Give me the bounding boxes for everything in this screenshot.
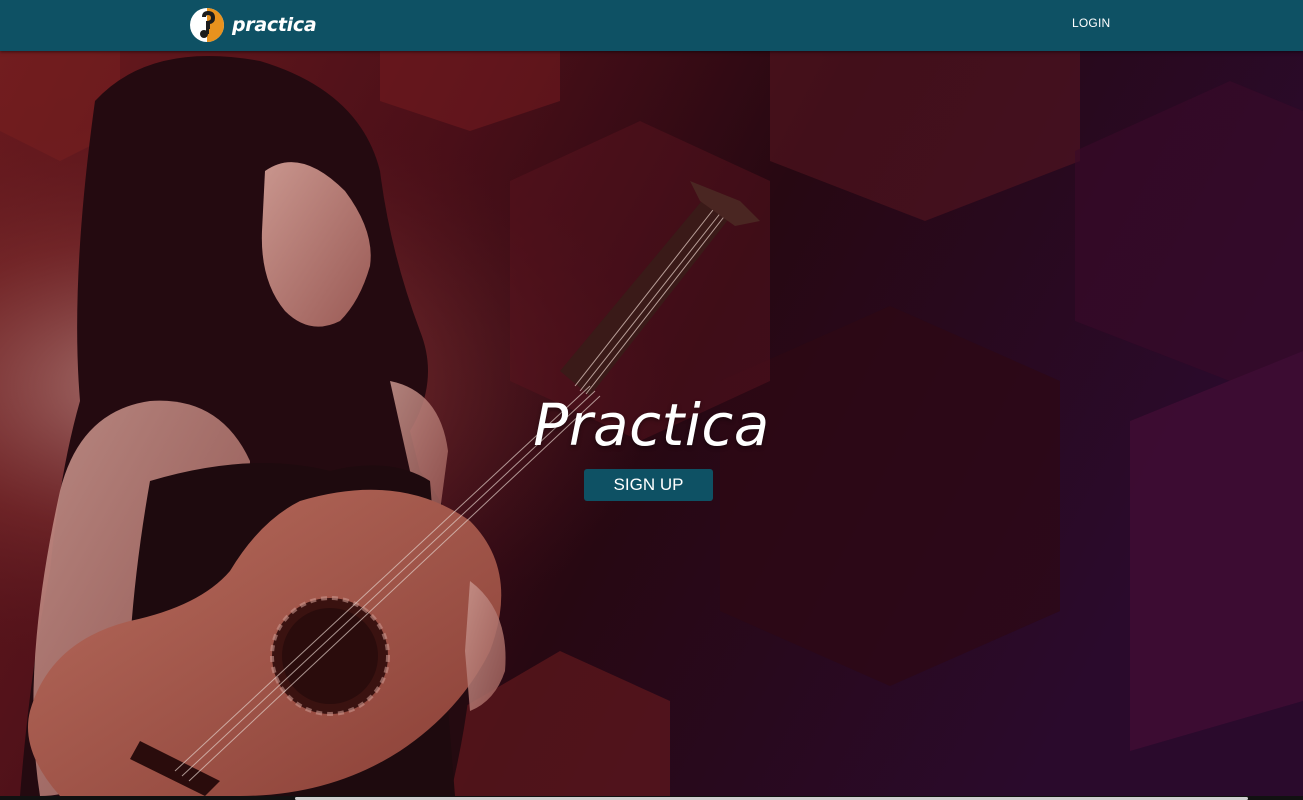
login-link[interactable]: LOGIN xyxy=(1072,16,1110,30)
brand-name: practica xyxy=(232,14,317,36)
practica-logo-icon xyxy=(190,8,224,42)
hero-title: Practica xyxy=(533,391,770,459)
signup-button[interactable]: SIGN UP xyxy=(584,469,713,501)
top-navbar: practica LOGIN xyxy=(0,0,1303,51)
hero-section: Practica xyxy=(0,51,1303,796)
brand-link[interactable]: practica xyxy=(189,6,317,44)
